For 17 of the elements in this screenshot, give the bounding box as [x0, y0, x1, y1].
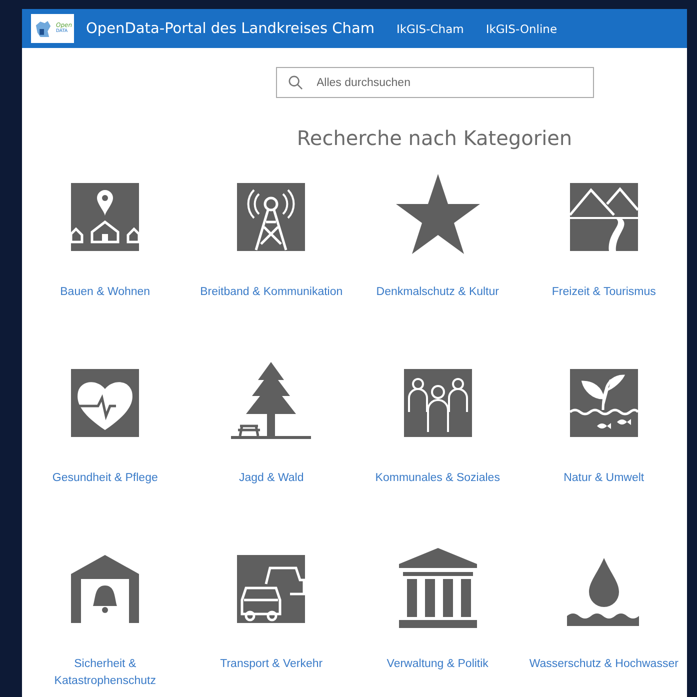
- category-link[interactable]: Verwaltung & Politik: [378, 656, 496, 673]
- category-link[interactable]: Natur & Umwelt: [556, 470, 652, 487]
- category-link[interactable]: Freizeit & Tourismus: [544, 284, 664, 301]
- section-heading: Recherche nach Kategorien: [296, 126, 572, 150]
- nav-link[interactable]: IkGIS-Online: [486, 22, 558, 36]
- category-link[interactable]: Gesundheit & Pflege: [44, 470, 166, 487]
- category-link[interactable]: Breitband & Kommunikation: [192, 284, 351, 301]
- category-link[interactable]: Transport & Verkehr: [212, 656, 331, 673]
- category-link[interactable]: Bauen & Wohnen: [52, 284, 158, 301]
- search-field[interactable]: Alles durchsuchen: [276, 67, 594, 98]
- nav-link[interactable]: IkGIS-Cham: [396, 22, 464, 36]
- category-link[interactable]: Jagd & Wald: [230, 470, 312, 487]
- portal-title[interactable]: OpenData-Portal des Landkreises Cham: [86, 20, 374, 36]
- category-link[interactable]: Denkmalschutz & Kultur: [368, 284, 507, 301]
- category-link[interactable]: Wasserschutz & Hochwasser: [521, 656, 686, 673]
- category-link[interactable]: Kommunales & Soziales: [367, 470, 508, 487]
- category-link[interactable]: Sicherheit & Katastrophenschutz: [22, 656, 188, 690]
